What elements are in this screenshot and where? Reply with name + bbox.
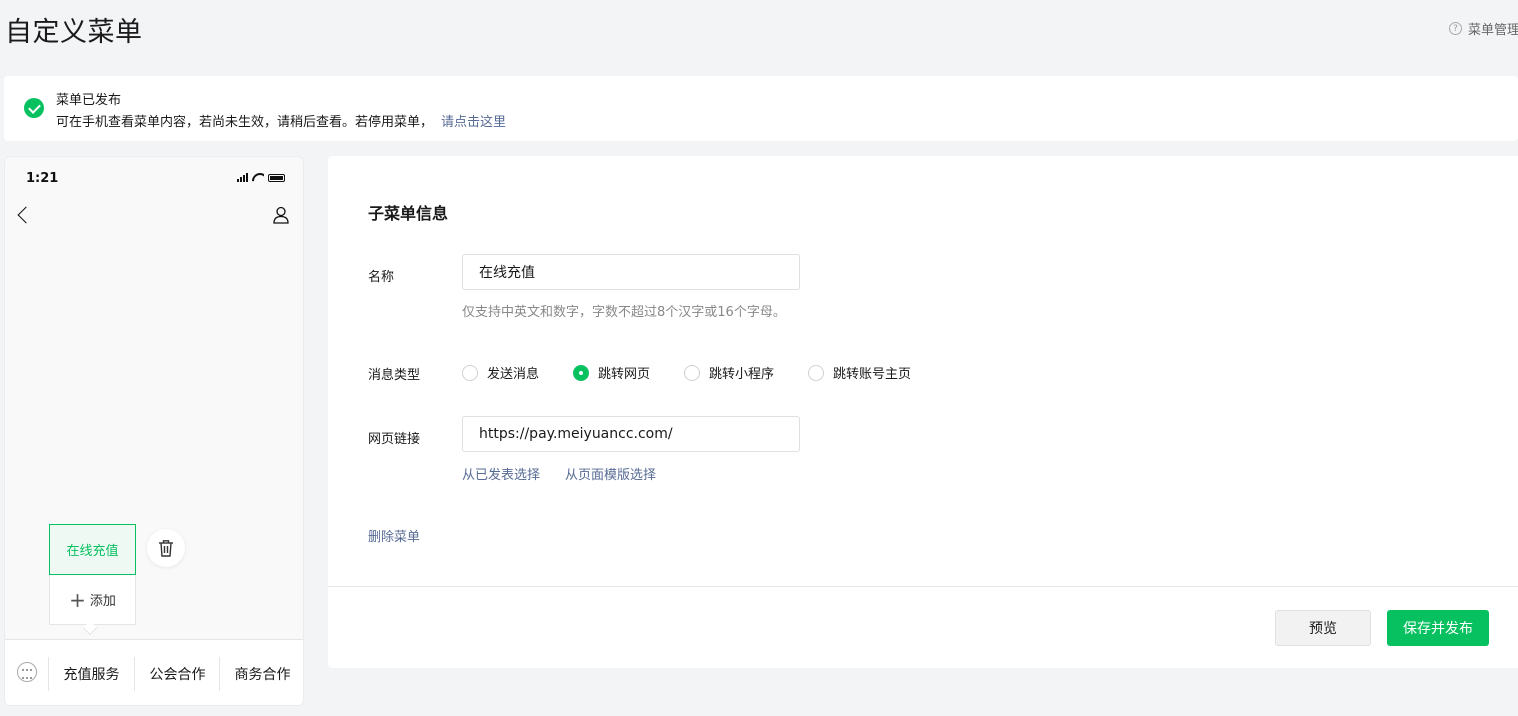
battery-icon bbox=[268, 174, 285, 182]
save-and-publish-button[interactable]: 保存并发布 bbox=[1387, 610, 1489, 646]
message-type-label: 消息类型 bbox=[368, 368, 421, 383]
notice-description: 可在手机查看菜单内容，若尚未生效，请稍后查看。若停用菜单， 请点击这里 bbox=[56, 111, 506, 130]
radio-label: 跳转小程序 bbox=[709, 367, 775, 382]
back-arrow-icon[interactable] bbox=[17, 206, 35, 224]
check-circle-icon bbox=[24, 98, 44, 118]
status-icons bbox=[237, 173, 285, 182]
phone-menu-bar: 充值服务 公会合作 商务合作 bbox=[5, 639, 303, 705]
add-submenu-button[interactable]: + 添加 bbox=[49, 575, 136, 625]
radio-circle-icon bbox=[684, 364, 701, 381]
phone-preview: 1:21 在线充值 + 添加 充值服务 公会合作 商务合作 bbox=[4, 156, 304, 706]
radio-selected-icon bbox=[573, 364, 590, 381]
radio-send-message[interactable]: 发送消息 bbox=[462, 363, 539, 382]
message-type-radio-group: 发送消息 跳转网页 跳转小程序 跳转账号主页 bbox=[462, 363, 945, 382]
menu-tab-guild[interactable]: 公会合作 bbox=[134, 657, 220, 691]
select-from-template-link[interactable]: 从页面模版选择 bbox=[565, 464, 656, 483]
url-input[interactable] bbox=[462, 416, 800, 452]
keyboard-icon[interactable] bbox=[17, 662, 37, 682]
trash-icon bbox=[159, 540, 173, 557]
disable-menu-link[interactable]: 请点击这里 bbox=[441, 115, 506, 130]
notice-description-text: 可在手机查看菜单内容，若尚未生效，请稍后查看。若停用菜单， bbox=[56, 115, 434, 130]
plus-icon: + bbox=[69, 587, 86, 612]
wifi-icon bbox=[252, 173, 264, 182]
radio-circle-icon bbox=[462, 364, 478, 381]
submenu-info-panel: 子菜单信息 名称 仅支持中英文和数字，字数不超过8个汉字或16个字母。 消息类型… bbox=[328, 156, 1518, 668]
radio-label: 发送消息 bbox=[487, 367, 540, 382]
divider bbox=[328, 586, 1518, 587]
help-link-label: 菜单管理 bbox=[1468, 23, 1518, 38]
status-time: 1:21 bbox=[26, 171, 59, 186]
radio-label: 跳转账号主页 bbox=[833, 367, 912, 382]
notice-title: 菜单已发布 bbox=[56, 93, 122, 108]
signal-icon bbox=[237, 173, 248, 182]
radio-open-webpage[interactable]: 跳转网页 bbox=[573, 363, 650, 382]
section-title: 子菜单信息 bbox=[368, 204, 449, 223]
select-from-published-link[interactable]: 从已发表选择 bbox=[462, 464, 540, 483]
question-icon: ? bbox=[1449, 22, 1462, 35]
page-title: 自定义菜单 bbox=[5, 17, 143, 48]
menu-tab-business[interactable]: 商务合作 bbox=[219, 657, 303, 691]
name-input[interactable] bbox=[462, 254, 800, 290]
name-label: 名称 bbox=[368, 270, 395, 285]
delete-submenu-button[interactable] bbox=[147, 529, 185, 567]
submenu-item-active[interactable]: 在线充值 bbox=[49, 524, 136, 575]
menu-tab-recharge[interactable]: 充值服务 bbox=[48, 657, 134, 691]
delete-menu-link[interactable]: 删除菜单 bbox=[368, 526, 420, 545]
add-submenu-label: 添加 bbox=[89, 594, 116, 609]
radio-open-miniprogram[interactable]: 跳转小程序 bbox=[684, 363, 774, 382]
url-label: 网页链接 bbox=[368, 432, 421, 447]
radio-open-account-home[interactable]: 跳转账号主页 bbox=[808, 363, 911, 382]
radio-label: 跳转网页 bbox=[598, 367, 651, 382]
publish-notice: 菜单已发布 可在手机查看菜单内容，若尚未生效，请稍后查看。若停用菜单， 请点击这里 bbox=[4, 76, 1518, 141]
preview-button[interactable]: 预览 bbox=[1275, 610, 1371, 646]
name-tip: 仅支持中英文和数字，字数不超过8个汉字或16个字母。 bbox=[462, 305, 786, 320]
menu-management-help-link[interactable]: ? 菜单管理 bbox=[1449, 19, 1518, 38]
radio-circle-icon bbox=[808, 364, 825, 381]
user-icon[interactable] bbox=[273, 206, 289, 224]
